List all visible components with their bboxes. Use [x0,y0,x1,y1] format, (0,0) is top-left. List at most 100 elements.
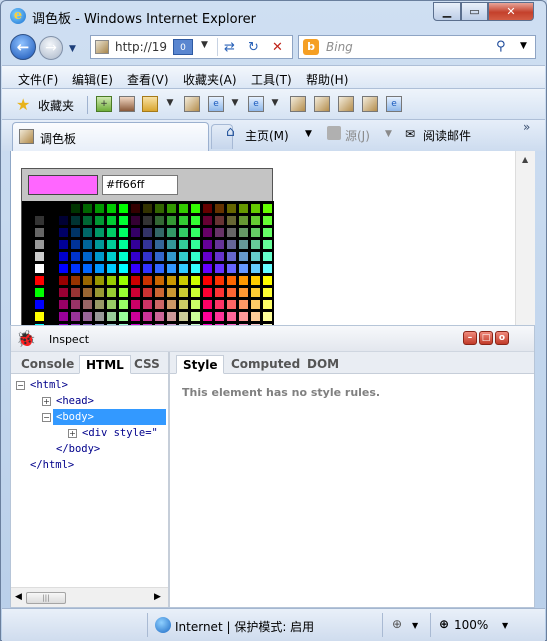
color-cell[interactable] [130,215,141,226]
favorites-star-icon[interactable]: ★ [16,95,30,114]
color-cell[interactable] [118,215,129,226]
color-cell[interactable] [142,203,153,214]
color-cell[interactable] [106,239,117,250]
ie-page-link-icon[interactable]: e [248,96,264,112]
color-cell[interactable] [58,215,69,226]
expand-toggle-icon[interactable]: + [42,397,51,406]
mail-icon[interactable]: ✉ [405,127,415,141]
color-cell[interactable] [190,287,201,298]
color-cell[interactable] [226,275,237,286]
color-cell[interactable] [58,299,69,310]
color-cell[interactable] [154,311,165,322]
tree-horizontal-scrollbar[interactable]: ◀ ||| ▶ [11,587,168,607]
color-cell[interactable] [142,299,153,310]
color-cell[interactable] [190,251,201,262]
page-vertical-scrollbar[interactable]: ▲ [515,151,535,325]
color-cell[interactable] [82,239,93,250]
security-zone-text[interactable]: Internet | 保护模式: 启用 [175,618,314,635]
hex-color-input[interactable]: #ff66ff [102,175,178,195]
color-cell[interactable] [214,215,225,226]
color-cell[interactable] [142,227,153,238]
color-cell[interactable] [250,275,261,286]
color-cell[interactable] [238,287,249,298]
favorite-link-icon[interactable] [362,96,378,112]
color-cell[interactable] [262,239,273,250]
color-cell[interactable] [250,299,261,310]
add-to-favorites-bar-icon[interactable]: + [96,96,112,112]
color-cell[interactable] [70,251,81,262]
scroll-thumb[interactable]: ||| [26,592,66,604]
menu-view[interactable]: 查看(V) [127,71,169,88]
folder-dropdown-icon[interactable]: ▼ [162,96,178,112]
color-cell[interactable] [202,287,213,298]
color-cell[interactable] [130,251,141,262]
color-cell[interactable] [82,299,93,310]
tab-computed[interactable]: Computed [225,355,306,374]
tree-node-div[interactable]: <div style=" [82,425,158,441]
color-cell[interactable] [70,203,81,214]
color-cell[interactable] [250,251,261,262]
color-cell[interactable] [190,275,201,286]
devtools-newwindow-button[interactable]: □ [479,331,493,345]
minimize-button[interactable]: ▁ [433,2,461,21]
color-cell[interactable] [178,275,189,286]
color-cell[interactable] [118,311,129,322]
color-cell[interactable] [94,299,105,310]
inspect-button[interactable]: Inspect [49,333,89,346]
color-cell[interactable] [142,275,153,286]
color-cell[interactable] [226,287,237,298]
home-button[interactable]: 主页(M) [245,127,289,144]
color-cell[interactable] [142,287,153,298]
color-cell[interactable] [118,299,129,310]
search-box[interactable]: b Bing ⚲ ▼ [298,35,536,59]
color-cell[interactable] [214,239,225,250]
color-cell[interactable] [94,239,105,250]
color-cell[interactable] [82,311,93,322]
more-commands-button[interactable]: » [523,120,530,134]
color-cell[interactable] [58,227,69,238]
tab-palette[interactable]: 调色板 [12,122,209,151]
color-cell[interactable] [214,299,225,310]
color-cell[interactable] [166,251,177,262]
color-cell[interactable] [70,287,81,298]
color-cell[interactable] [178,287,189,298]
folder-icon[interactable] [142,96,158,112]
color-cell[interactable] [106,203,117,214]
color-cell[interactable] [238,251,249,262]
collapse-toggle-icon[interactable]: − [42,413,51,422]
color-cell[interactable] [226,215,237,226]
color-cell[interactable] [214,263,225,274]
color-cell[interactable] [94,215,105,226]
devtools-close-button[interactable]: o [495,331,509,345]
tab-console[interactable]: Console [15,355,80,374]
tree-node-body-selected[interactable]: <body> [53,409,166,425]
zoom-level[interactable]: 100% [454,618,488,632]
color-cell[interactable] [106,275,117,286]
color-cell[interactable] [238,227,249,238]
color-cell[interactable] [178,263,189,274]
menu-tools[interactable]: 工具(T) [251,71,292,88]
color-cell[interactable] [202,227,213,238]
color-cell[interactable] [166,227,177,238]
color-cell[interactable] [70,299,81,310]
color-cell[interactable] [250,263,261,274]
color-cell[interactable] [94,287,105,298]
color-cell[interactable] [130,311,141,322]
color-cell[interactable] [142,251,153,262]
color-cell[interactable] [142,215,153,226]
color-cell[interactable] [190,215,201,226]
color-cell[interactable] [82,203,93,214]
color-cell[interactable] [82,215,93,226]
color-cell[interactable] [166,275,177,286]
color-cell[interactable] [250,203,261,214]
address-bar[interactable]: http://19 0 ▼ ⇄ ↻ ✕ [90,35,293,59]
link-dropdown-icon[interactable]: ▼ [227,96,243,112]
forward-button[interactable]: → [39,36,63,60]
protected-mode-dropdown-icon[interactable]: ▼ [412,621,418,630]
favorite-link-icon[interactable] [290,96,306,112]
color-cell[interactable] [202,275,213,286]
color-cell[interactable] [70,263,81,274]
color-cell[interactable] [226,239,237,250]
color-cell[interactable] [178,311,189,322]
color-cell[interactable] [34,287,45,298]
